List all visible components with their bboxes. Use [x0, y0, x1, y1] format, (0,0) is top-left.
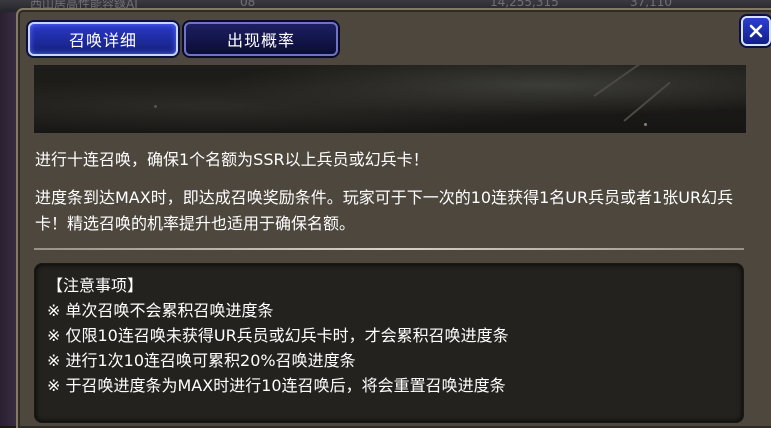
note-item: ※ 仅限10连召唤未获得UR兵员或幻兵卡时，才会累积召唤进度条 — [47, 326, 509, 345]
tab-summon-details-label: 召唤详细 — [68, 31, 137, 50]
tab-appearance-rate-label: 出现概率 — [226, 31, 295, 50]
tab-appearance-rate[interactable]: 出现概率 — [184, 22, 338, 56]
notes-panel: 【注意事项】 ※ 单次召唤不会累积召唤进度条 ※ 仅限10连召唤未获得UR兵员或… — [34, 263, 744, 423]
divider — [34, 248, 744, 250]
summon-details-dialog: 召唤详细 出现概率 进行十连召唤，确保1个名额为SSR以上兵员或幻兵卡！ 进度条… — [16, 8, 771, 428]
note-item: ※ 于召唤进度条为MAX时进行10连召唤后，将会重置召唤进度条 — [47, 376, 506, 395]
close-icon — [749, 24, 763, 38]
note-item: ※ 单次召唤不会累积召唤进度条 — [47, 301, 274, 320]
description-line-2: 进度条到达MAX时，即达成召唤奖励条件。玩家可于下一次的10连获得1名UR兵员或… — [35, 188, 734, 233]
banner-image — [34, 65, 746, 133]
note-item: ※ 进行1次10连召唤可累积20%召唤进度条 — [47, 351, 356, 370]
description-line-1: 进行十连召唤，确保1个名额为SSR以上兵员或幻兵卡！ — [35, 150, 429, 169]
notes-title: 【注意事项】 — [47, 276, 144, 295]
close-button[interactable] — [741, 16, 771, 46]
tab-summon-details[interactable]: 召唤详细 — [28, 22, 178, 56]
